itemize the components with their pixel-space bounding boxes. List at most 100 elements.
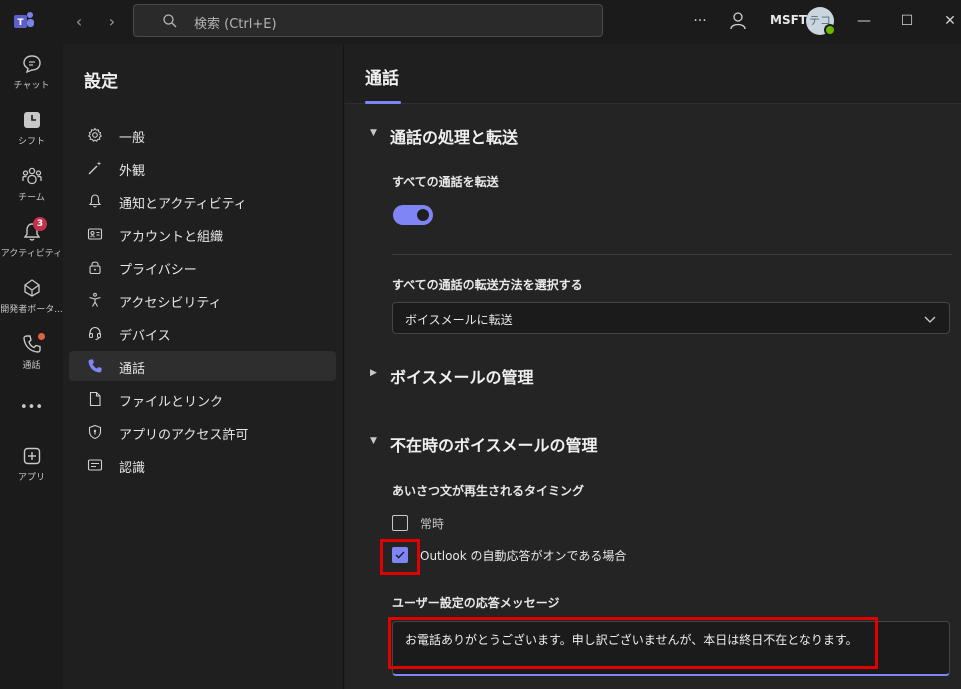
settings-item-files[interactable]: ファイルとリンク [69, 384, 336, 414]
settings-item-label: アプリのアクセス許可 [119, 428, 249, 443]
more-apps-icon: ••• [19, 400, 43, 415]
ellipsis-icon[interactable]: ··· [688, 10, 712, 32]
calls-notification-dot [38, 333, 45, 340]
rail-item-developer-portal[interactable]: 開発者ポータ... [0, 277, 63, 315]
headset-icon [89, 326, 101, 340]
calls-header: 通話 [345, 44, 961, 104]
rail-item-calls[interactable]: 通話 [0, 333, 63, 371]
close-button[interactable]: ✕ [938, 10, 961, 32]
divider [392, 254, 952, 255]
checkbox-always[interactable] [392, 515, 408, 531]
greeting-timing-label: あいさつ文が再生されるタイミング [392, 484, 585, 498]
settings-item-app-permissions[interactable]: アプリのアクセス許可 [69, 417, 336, 447]
forward-arrow-icon[interactable]: › [102, 12, 122, 32]
settings-item-label: アクセシビリティ [119, 296, 222, 311]
rail-item-more[interactable]: ••• [0, 397, 63, 415]
chevron-right-icon: ▶ [370, 368, 377, 378]
settings-item-general[interactable]: 一般 [69, 120, 336, 150]
rail-item-chat[interactable]: チャット [0, 53, 63, 91]
forward-all-label: すべての通話を転送 [392, 175, 499, 189]
wand-icon [88, 161, 102, 175]
chat-icon [22, 55, 41, 74]
settings-item-devices[interactable]: デバイス [69, 318, 336, 348]
minimize-button[interactable]: — [852, 10, 876, 32]
title-bar: T ‹ › 検索 (Ctrl+E) ··· MSFT テコ — ☐ ✕ [0, 0, 961, 44]
checkbox-outlook[interactable] [392, 547, 408, 563]
presence-available-icon [824, 24, 836, 36]
custom-message-text: お電話ありがとうございます。申し訳ございませんが、本日は終日不在となります。 [405, 633, 858, 647]
settings-title: 設定 [84, 72, 118, 92]
chevron-down-icon: ▼ [370, 436, 377, 446]
custom-message-label: ユーザー設定の応答メッセージ [392, 596, 560, 610]
rail-label: チーム [18, 193, 45, 203]
section-call-handling[interactable]: ▼ 通話の処理と転送 [370, 124, 518, 148]
person-settings-icon[interactable] [727, 10, 751, 32]
settings-item-label: プライバシー [119, 263, 197, 278]
option-outlook-label: Outlook の自動応答がオンである場合 [420, 549, 627, 563]
maximize-button[interactable]: ☐ [895, 10, 919, 32]
settings-item-calls[interactable]: 通話 [69, 351, 336, 381]
teams-logo-icon[interactable]: T [12, 9, 36, 33]
forward-all-toggle[interactable] [393, 205, 433, 225]
rail-item-teams[interactable]: チーム [0, 165, 63, 203]
search-box[interactable]: 検索 (Ctrl+E) [133, 4, 603, 37]
forward-method-dropdown[interactable]: ボイスメールに転送 [392, 302, 950, 334]
document-icon [89, 391, 101, 407]
rail-label: 開発者ポータ... [0, 305, 63, 315]
rail-label: 通話 [22, 361, 41, 371]
settings-item-label: 認識 [119, 461, 146, 476]
rail-item-activity[interactable]: 3 アクティビティ [0, 217, 63, 259]
bell-icon [88, 194, 102, 208]
app-rail: チャット シフト チーム 3 アクティビティ 開発者ポータ... 通話 ••• … [0, 44, 63, 689]
forward-method-value: ボイスメールに転送 [405, 313, 513, 327]
page-title: 通話 [365, 69, 399, 89]
chevron-down-icon: ▼ [370, 128, 377, 138]
section-voicemail[interactable]: ▶ ボイスメールの管理 [370, 364, 534, 388]
gear-icon [87, 127, 103, 143]
accessibility-icon [89, 292, 101, 307]
section-heading: ボイスメールの管理 [390, 368, 534, 387]
back-arrow-icon[interactable]: ‹ [69, 12, 89, 32]
settings-item-label: 一般 [119, 131, 146, 146]
active-tab-indicator [365, 101, 401, 104]
settings-item-label: アカウントと組織 [119, 230, 224, 245]
settings-item-accessibility[interactable]: アクセシビリティ [69, 285, 336, 315]
settings-item-label: デバイス [119, 329, 171, 344]
settings-item-appearance[interactable]: 外観 [69, 153, 336, 183]
section-away-voicemail[interactable]: ▼ 不在時のボイスメールの管理 [370, 432, 598, 456]
developer-portal-icon [23, 279, 40, 297]
activity-badge: 3 [33, 217, 47, 231]
text-card-icon [87, 459, 103, 471]
settings-item-notifications[interactable]: 通知とアクティビティ [69, 186, 336, 216]
option-always-label: 常時 [420, 517, 445, 531]
teams-icon [21, 167, 42, 185]
settings-item-label: ファイルとリンク [119, 395, 224, 410]
rail-label: アプリ [17, 473, 45, 483]
contact-card-icon [87, 228, 103, 240]
settings-item-label: 通知とアクティビティ [119, 197, 247, 212]
settings-item-accounts[interactable]: アカウントと組織 [69, 219, 336, 249]
calls-settings-panel: 通話 ▼ 通話の処理と転送 すべての通話を転送 すべての通話の転送方法を選択する… [345, 44, 961, 689]
lock-icon [89, 261, 101, 275]
search-icon [163, 14, 177, 28]
settings-item-label: 外観 [119, 164, 146, 179]
svg-text:T: T [17, 18, 24, 28]
toggle-knob [417, 209, 429, 221]
custom-message-input[interactable]: お電話ありがとうございます。申し訳ございませんが、本日は終日不在となります。 [392, 621, 950, 676]
settings-item-label: 通話 [119, 362, 146, 377]
rail-item-apps[interactable]: アプリ [0, 445, 63, 483]
settings-pane: 設定 一般 外観 通知とアクティビティ アカウントと組織 プライバシー アクセシ… [64, 44, 344, 689]
chevron-down-icon [924, 316, 936, 323]
rail-label: アクティビティ [0, 249, 63, 259]
section-heading: 通話の処理と転送 [390, 128, 519, 147]
shifts-icon [23, 112, 40, 128]
checkmark-icon [395, 551, 405, 559]
search-placeholder: 検索 (Ctrl+E) [194, 17, 277, 32]
shield-icon [88, 424, 102, 440]
settings-item-privacy[interactable]: プライバシー [69, 252, 336, 282]
rail-label: シフト [17, 137, 45, 147]
settings-item-recognition[interactable]: 認識 [69, 450, 336, 480]
rail-item-shifts[interactable]: シフト [0, 109, 63, 147]
org-name[interactable]: MSFT [770, 13, 807, 27]
forward-method-label: すべての通話の転送方法を選択する [392, 278, 583, 292]
